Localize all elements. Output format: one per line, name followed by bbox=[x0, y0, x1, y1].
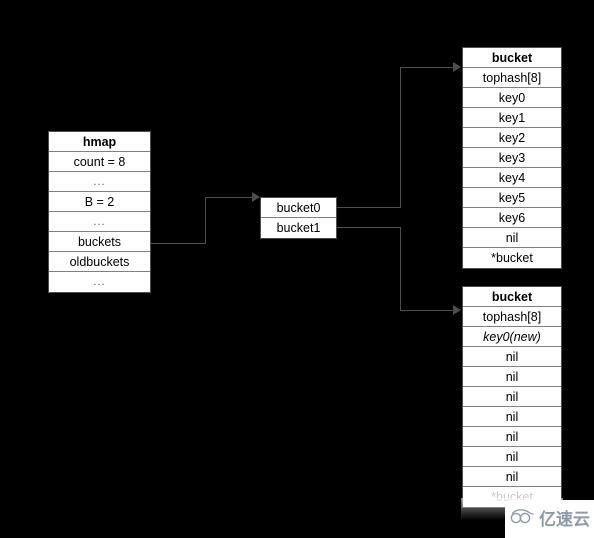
bucket-top-row-key2: key2 bbox=[463, 128, 561, 148]
hmap-row-b: B = 2 bbox=[49, 192, 150, 212]
hmap-struct-box: hmap count = 8 ... B = 2 ... buckets old… bbox=[48, 131, 151, 293]
hmap-row-ellipsis-1: ... bbox=[49, 172, 150, 192]
connector-bucket0-h2 bbox=[400, 67, 454, 68]
bucket-top-header: bucket bbox=[463, 48, 561, 68]
connector-bucket0-v bbox=[400, 67, 401, 208]
arrowhead-to-bucket-bottom bbox=[453, 305, 461, 315]
connector-bucket1-v bbox=[400, 227, 401, 311]
bucket-bottom-row-nil-6: nil bbox=[463, 447, 561, 467]
watermark: 亿速云 bbox=[505, 500, 594, 538]
bucket-bottom-row-nil-4: nil bbox=[463, 407, 561, 427]
watermark-text: 亿速云 bbox=[539, 509, 590, 529]
bucket-top-row-key0: key0 bbox=[463, 88, 561, 108]
hmap-row-ellipsis-2: ... bbox=[49, 212, 150, 232]
hmap-header: hmap bbox=[49, 132, 150, 152]
bucket-top-row-key5: key5 bbox=[463, 188, 561, 208]
bucket-top-row-tophash: tophash[8] bbox=[463, 68, 561, 88]
bucket-bottom-row-nil-5: nil bbox=[463, 427, 561, 447]
bucket-top-row-overflow: *bucket bbox=[463, 248, 561, 268]
bucket-top-box: bucket tophash[8] key0 key1 key2 key3 ke… bbox=[462, 47, 562, 269]
hmap-row-buckets: buckets bbox=[49, 232, 150, 252]
bucket-top-row-key4: key4 bbox=[463, 168, 561, 188]
bucket-top-row-key3: key3 bbox=[463, 148, 561, 168]
connector-buckets-h1 bbox=[151, 243, 205, 244]
bucket-bottom-header: bucket bbox=[463, 287, 561, 307]
connector-bucket0-h1 bbox=[337, 207, 401, 208]
connector-buckets-v bbox=[205, 197, 206, 244]
hmap-row-ellipsis-3: ... bbox=[49, 272, 150, 292]
arrowhead-to-bucket-pointers bbox=[252, 192, 260, 202]
bucket-bottom-box: bucket tophash[8] key0(new) nil nil nil … bbox=[462, 286, 562, 508]
bucket-bottom-row-key0-new: key0(new) bbox=[463, 327, 561, 347]
diagram-canvas: hmap count = 8 ... B = 2 ... buckets old… bbox=[0, 0, 594, 538]
bucket-bottom-row-nil-3: nil bbox=[463, 387, 561, 407]
bucket-pointer-bucket1: bucket1 bbox=[261, 218, 336, 238]
bucket-bottom-row-tophash: tophash[8] bbox=[463, 307, 561, 327]
bucket-pointer-bucket0: bucket0 bbox=[261, 198, 336, 218]
bucket-top-row-key6: key6 bbox=[463, 208, 561, 228]
connector-bucket1-h2 bbox=[400, 310, 454, 311]
bucket-top-row-nil: nil bbox=[463, 228, 561, 248]
bucket-bottom-row-nil-1: nil bbox=[463, 347, 561, 367]
bucket-bottom-row-nil-7: nil bbox=[463, 467, 561, 487]
connector-bucket1-h1 bbox=[337, 227, 401, 228]
hmap-row-count: count = 8 bbox=[49, 152, 150, 172]
bucket-bottom-row-nil-2: nil bbox=[463, 367, 561, 387]
bucket-pointer-array-box: bucket0 bucket1 bbox=[260, 197, 337, 239]
connector-buckets-h2 bbox=[205, 197, 252, 198]
hmap-row-oldbuckets: oldbuckets bbox=[49, 252, 150, 272]
arrowhead-to-bucket-top bbox=[453, 62, 461, 72]
cloud-icon bbox=[509, 508, 535, 530]
bucket-top-row-key1: key1 bbox=[463, 108, 561, 128]
